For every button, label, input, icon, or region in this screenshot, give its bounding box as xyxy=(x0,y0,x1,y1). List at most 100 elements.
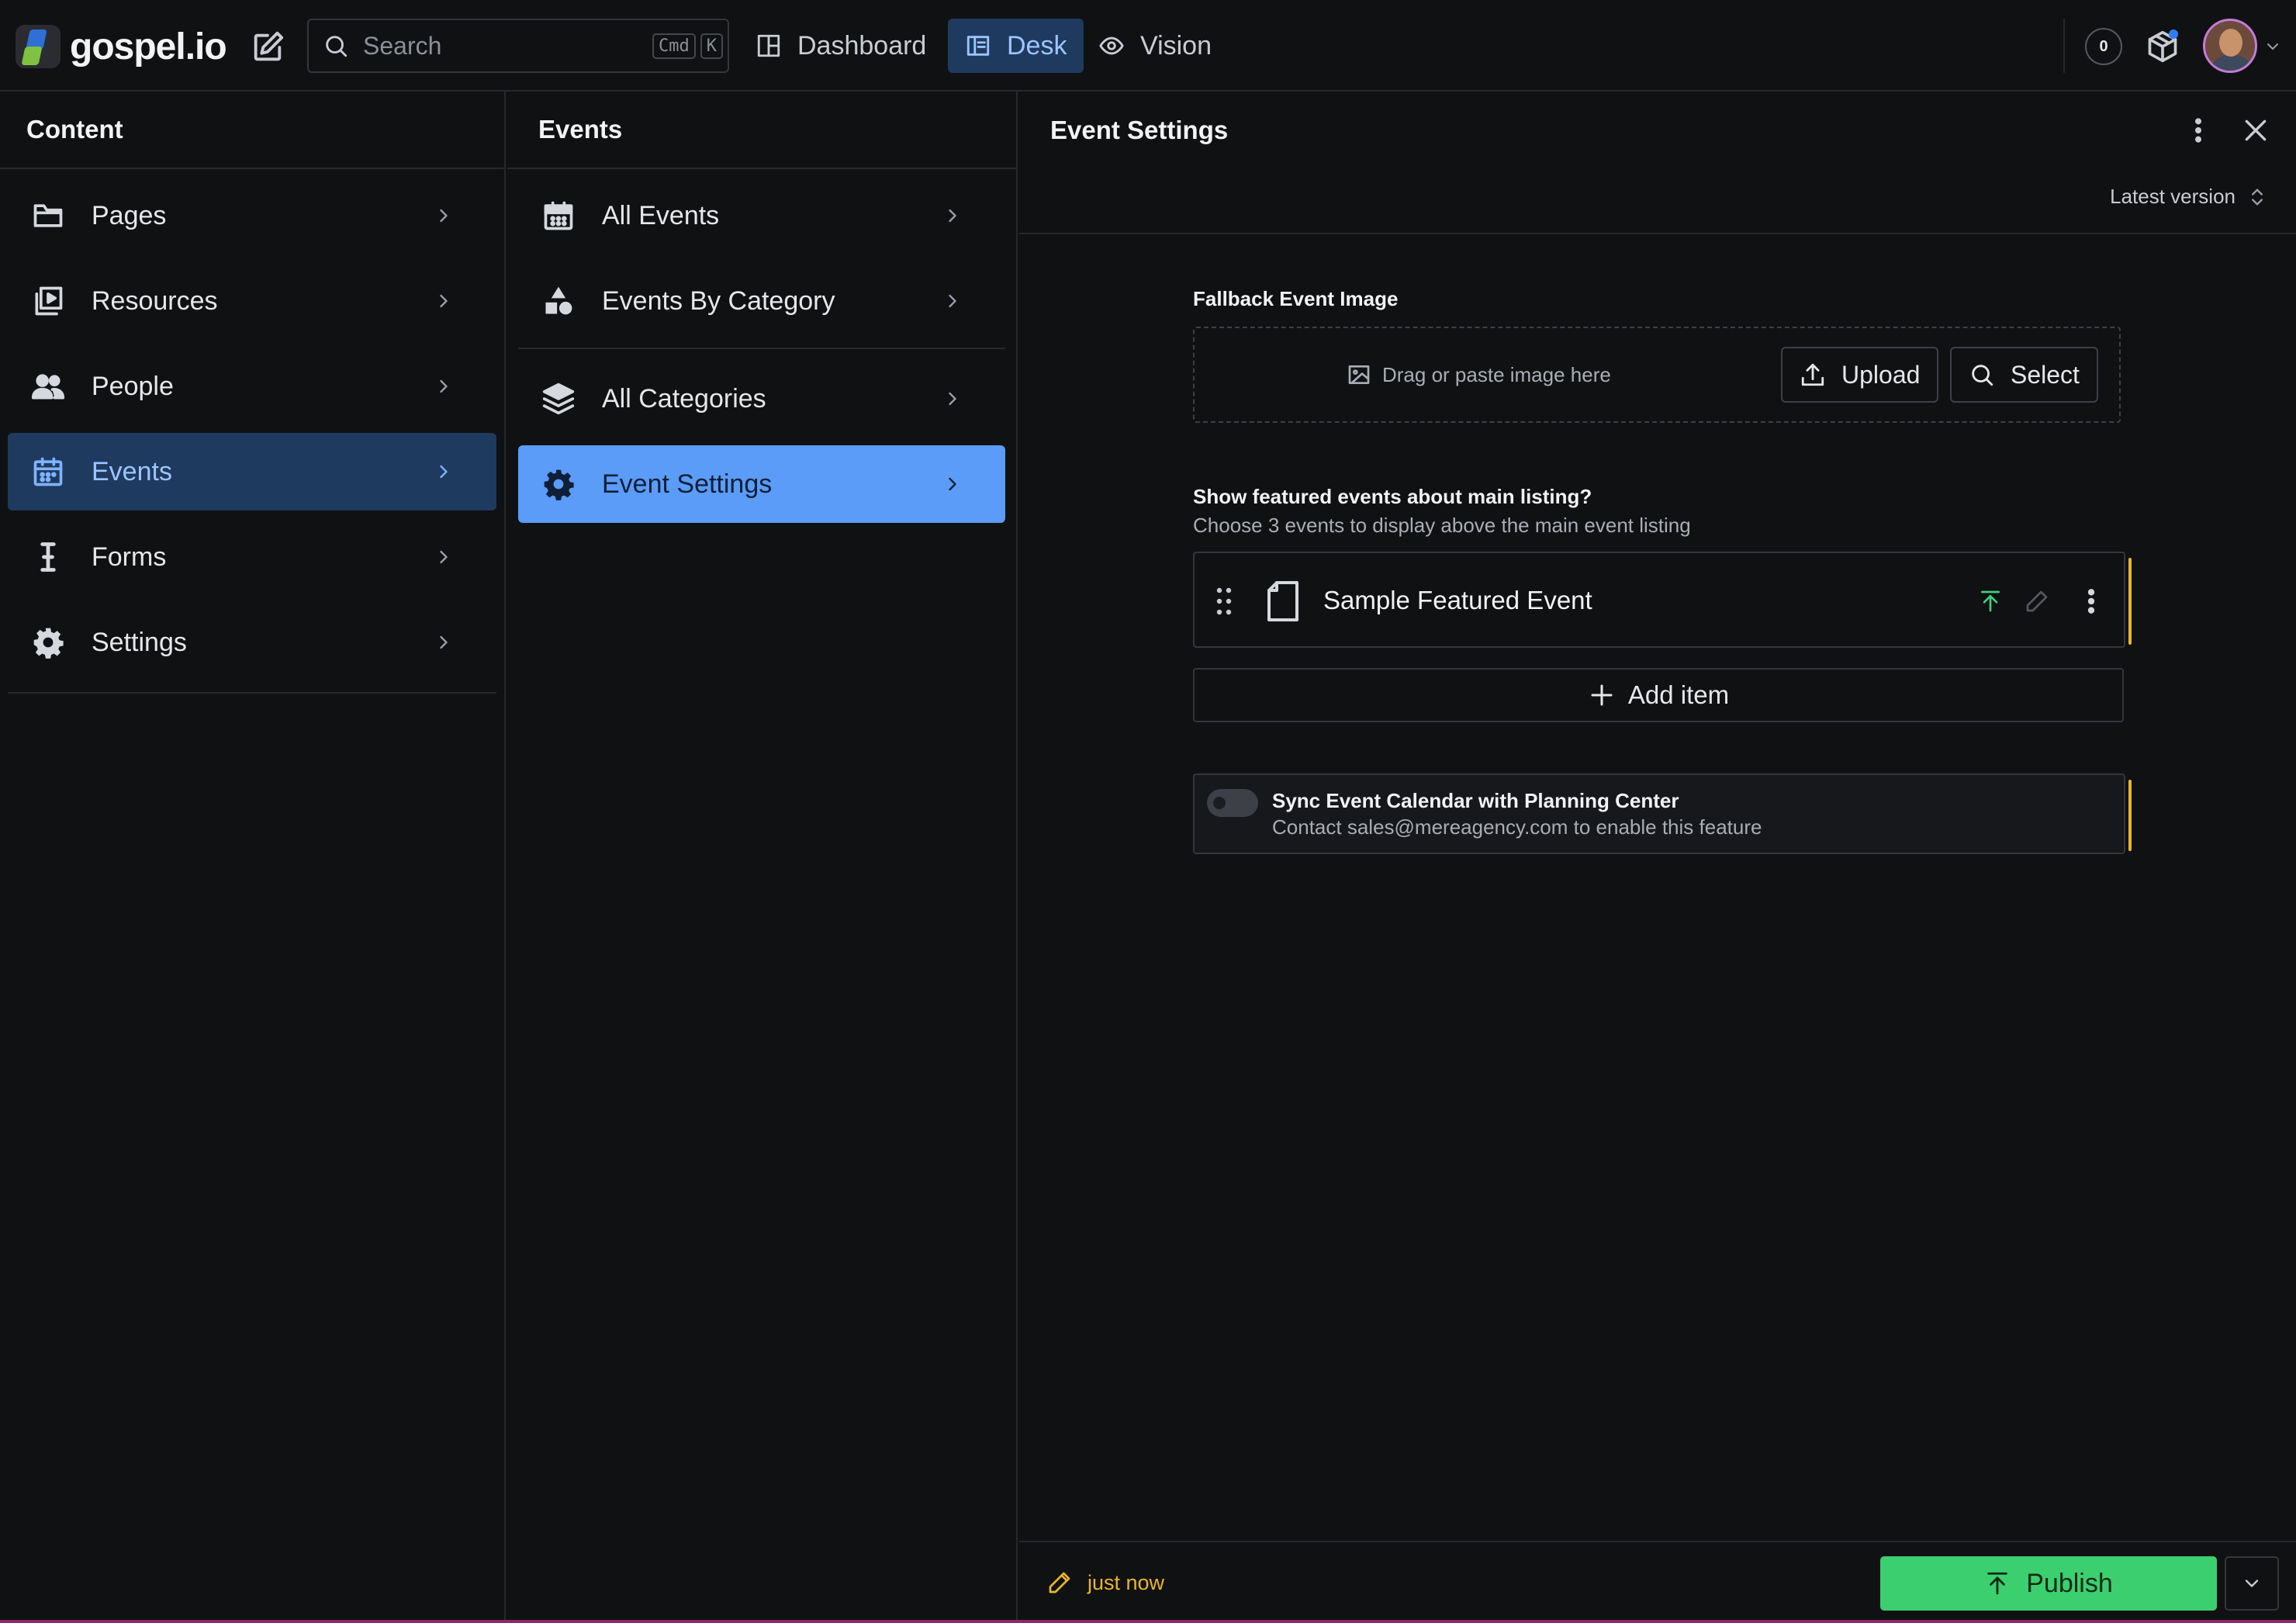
fallback-image-label: Fallback Event Image xyxy=(1193,287,1399,310)
featured-event-item[interactable]: Sample Featured Event xyxy=(1193,552,2132,648)
publish-label: Publish xyxy=(2026,1568,2113,1598)
more-vertical-icon[interactable] xyxy=(2076,586,2107,617)
more-vertical-icon[interactable] xyxy=(2183,115,2214,146)
avatar[interactable] xyxy=(2203,19,2257,73)
publish-button[interactable]: Publish xyxy=(1880,1556,2217,1611)
chevron-right-icon xyxy=(942,388,963,410)
event-settings-form: Fallback Event Image Drag or paste image… xyxy=(1193,287,2138,854)
pencil-icon xyxy=(1047,1570,1072,1595)
tab-desk-label: Desk xyxy=(1007,30,1067,61)
update-indicator-dot xyxy=(2169,29,2178,39)
version-selector[interactable]: Latest version xyxy=(2110,185,2268,209)
chevron-right-icon xyxy=(433,375,455,397)
shortcut-cmd: Cmd xyxy=(652,33,696,59)
content-item-settings[interactable]: Settings xyxy=(8,604,496,681)
new-document-icon[interactable] xyxy=(250,29,285,65)
publish-icon xyxy=(1984,1570,2011,1597)
search-input[interactable]: Search Cmd K xyxy=(307,19,729,73)
tab-desk[interactable]: Desk xyxy=(948,19,1084,73)
events-item-by-category[interactable]: Events By Category xyxy=(518,262,1005,340)
chevron-right-icon xyxy=(942,205,963,227)
document-header: Event Settings xyxy=(1019,92,2296,169)
upload-button[interactable]: Upload xyxy=(1781,347,1939,403)
dropzone-text: Drag or paste image here xyxy=(1347,362,1611,387)
save-status-text: just now xyxy=(1087,1570,1165,1594)
events-item-all-categories[interactable]: All Categories xyxy=(518,360,1005,438)
events-item-label: Event Settings xyxy=(602,469,773,499)
chevron-up-down-icon xyxy=(2246,186,2268,208)
folder-icon xyxy=(31,199,65,233)
logo-text: gospel.io xyxy=(70,26,227,67)
document-pane: Event Settings Latest version Fallback E… xyxy=(1019,92,2296,1623)
sync-title: Sync Event Calendar with Planning Center xyxy=(1272,789,1679,812)
gear-icon xyxy=(31,625,65,659)
chevron-down-icon xyxy=(2241,1573,2263,1594)
chevron-right-icon xyxy=(433,461,455,483)
upload-label: Upload xyxy=(1841,360,1921,389)
featured-events-description: Choose 3 events to display above the mai… xyxy=(1193,514,1691,537)
media-library-icon xyxy=(31,284,65,318)
gear-icon xyxy=(541,467,576,501)
featured-events-label: Show featured events about main listing? xyxy=(1193,485,1592,508)
calendar-icon xyxy=(541,199,576,233)
pencil-icon xyxy=(2025,589,2049,614)
version-row: Latest version xyxy=(1019,169,2296,234)
content-item-events[interactable]: Events xyxy=(8,433,496,510)
chevron-right-icon xyxy=(433,546,455,568)
eye-icon xyxy=(1098,33,1125,59)
search-placeholder: Search xyxy=(363,31,442,60)
events-item-event-settings[interactable]: Event Settings xyxy=(518,445,1005,523)
events-list: All Events Events By Category All Catego… xyxy=(507,169,1016,523)
save-status: just now xyxy=(1047,1570,1164,1595)
document-footer: just now Publish xyxy=(1019,1541,2296,1623)
search-icon xyxy=(323,33,349,59)
version-label: Latest version xyxy=(2110,185,2235,208)
text-cursor-icon xyxy=(31,540,65,574)
tab-dashboard[interactable]: Dashboard xyxy=(738,19,943,73)
image-dropzone[interactable]: Drag or paste image here Upload Select xyxy=(1193,327,2121,423)
calendar-icon xyxy=(31,455,65,489)
content-item-label: Events xyxy=(92,456,172,486)
select-button[interactable]: Select xyxy=(1950,347,2098,403)
tab-dashboard-label: Dashboard xyxy=(797,30,927,61)
list-divider xyxy=(8,692,496,694)
publish-options-button[interactable] xyxy=(2225,1556,2279,1611)
content-item-pages[interactable]: Pages xyxy=(8,177,496,254)
events-item-label: All Events xyxy=(602,200,720,230)
sync-toggle[interactable] xyxy=(1207,789,1258,817)
desk-icon xyxy=(965,33,991,59)
layers-icon xyxy=(541,382,576,416)
content-pane-title: Content xyxy=(0,92,504,169)
chevron-down-icon[interactable] xyxy=(2263,37,2282,56)
content-item-forms[interactable]: Forms xyxy=(8,518,496,596)
content-item-people[interactable]: People xyxy=(8,348,496,425)
list-divider xyxy=(518,348,1005,349)
changed-indicator xyxy=(2128,558,2132,645)
upload-icon xyxy=(1800,362,1826,388)
document-title: Event Settings xyxy=(1050,116,1229,144)
content-pane: Content Pages Resources People Events Fo… xyxy=(0,92,506,1623)
close-icon[interactable] xyxy=(2240,115,2271,146)
sync-calendar-field: Sync Event Calendar with Planning Center… xyxy=(1193,773,2132,854)
chevron-right-icon xyxy=(433,290,455,312)
events-item-all-events[interactable]: All Events xyxy=(518,177,1005,254)
tab-vision-label: Vision xyxy=(1140,30,1212,61)
content-item-label: Settings xyxy=(92,627,187,657)
shapes-icon xyxy=(541,284,576,318)
dashboard-icon xyxy=(756,33,782,59)
select-label: Select xyxy=(2011,360,2080,389)
people-icon xyxy=(31,369,65,403)
drag-handle-icon[interactable] xyxy=(1215,586,1233,617)
notification-count-badge[interactable]: 0 xyxy=(2085,28,2122,65)
content-list: Pages Resources People Events Forms Sett… xyxy=(0,169,504,694)
tab-vision[interactable]: Vision xyxy=(1081,19,1229,73)
app-logo[interactable]: gospel.io xyxy=(16,25,227,68)
shortcut-key: K xyxy=(700,33,723,59)
published-status-icon xyxy=(1978,589,2003,614)
content-item-resources[interactable]: Resources xyxy=(8,262,496,340)
content-item-label: People xyxy=(92,371,174,401)
add-item-button[interactable]: Add item xyxy=(1193,668,2124,722)
chevron-right-icon xyxy=(433,632,455,653)
window-bottom-border xyxy=(0,1620,2296,1623)
toolbar-divider xyxy=(2063,19,2065,73)
